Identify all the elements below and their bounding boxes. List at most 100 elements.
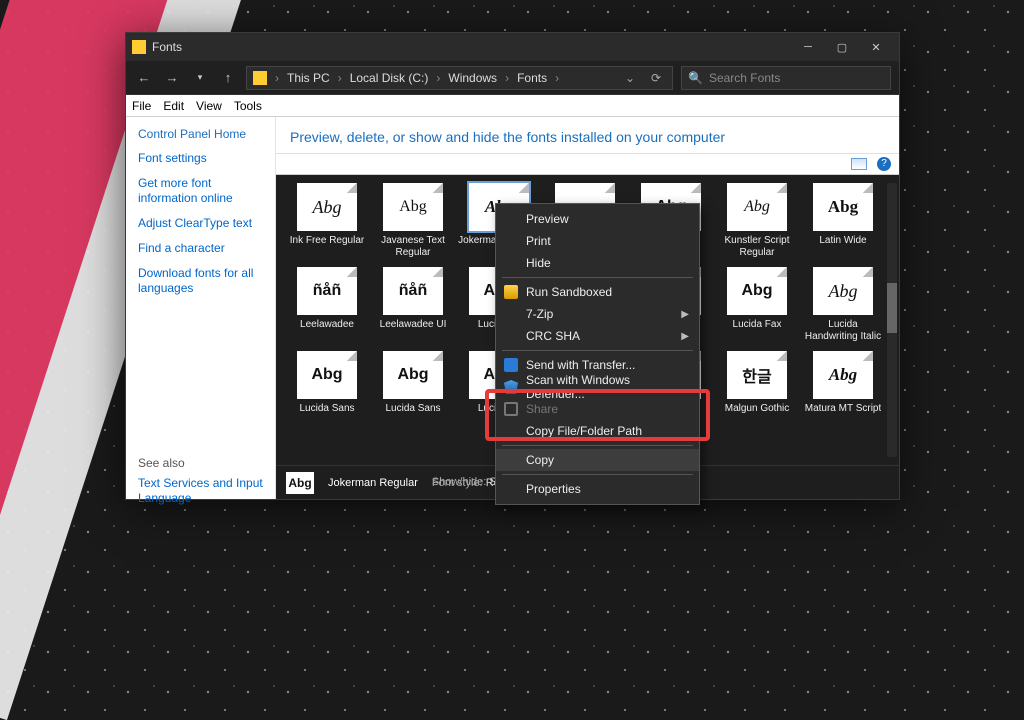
shield-icon — [504, 380, 518, 394]
context-menu-item[interactable]: Properties — [496, 478, 699, 500]
submenu-arrow-icon: ▶ — [681, 309, 689, 320]
context-menu-label: Copy File/Folder Path — [526, 424, 642, 438]
context-menu-label: 7-Zip — [526, 307, 553, 321]
menubar: File Edit View Tools — [126, 95, 899, 117]
font-name: Javanese Text Regular — [372, 235, 454, 261]
context-menu-label: Run Sandboxed — [526, 285, 612, 299]
font-name: Kunstler Script Regular — [716, 235, 798, 261]
context-menu-item[interactable]: Run Sandboxed — [496, 281, 699, 303]
context-menu-separator — [502, 445, 693, 446]
breadcrumb-part[interactable]: Local Disk (C:) — [350, 71, 429, 85]
sidebar-link[interactable]: Download fonts for all languages — [138, 266, 263, 296]
context-menu-label: CRC SHA — [526, 329, 580, 343]
font-tile[interactable]: AbgInk Free Regular — [286, 183, 368, 261]
page-title: Preview, delete, or show and hide the fo… — [276, 117, 899, 153]
font-thumb: Abg — [727, 183, 787, 231]
seealso-header: See also — [138, 456, 263, 470]
context-menu-label: Properties — [526, 482, 581, 496]
titlebar[interactable]: Fonts ─ ▢ ✕ — [126, 33, 899, 61]
sidebar-link[interactable]: Adjust ClearType text — [138, 216, 263, 231]
font-name: Ink Free Regular — [290, 235, 364, 261]
font-name: Leelawadee UI — [380, 319, 447, 345]
menu-file[interactable]: File — [132, 99, 151, 113]
scrollbar-thumb[interactable] — [887, 283, 897, 333]
font-tile[interactable]: ñåñLeelawadee UI — [372, 267, 454, 345]
submenu-arrow-icon: ▶ — [681, 331, 689, 342]
content-toolbar: ? — [276, 153, 899, 175]
font-name: Lucida Handwriting Italic — [802, 319, 884, 345]
forward-button[interactable]: → — [162, 70, 182, 85]
font-tile[interactable]: Abg Kunstler Script Regular — [716, 183, 798, 261]
font-thumb: Abg — [813, 267, 873, 315]
breadcrumb-part[interactable]: Fonts — [517, 71, 547, 85]
details-label: Show/hide: — [432, 476, 486, 488]
context-menu-separator — [502, 474, 693, 475]
context-menu-item[interactable]: Print — [496, 230, 699, 252]
font-tile[interactable]: Abg Lucida Sans — [286, 351, 368, 429]
font-tile[interactable]: 한글Malgun Gothic — [716, 351, 798, 429]
font-tile[interactable]: AbgMatura MT Script — [802, 351, 884, 429]
search-placeholder: Search Fonts — [709, 71, 780, 85]
font-tile[interactable]: Abg Latin Wide — [802, 183, 884, 261]
sidebar-link[interactable]: Find a character — [138, 241, 263, 256]
font-thumb: Abg — [297, 351, 357, 399]
help-button[interactable]: ? — [877, 157, 891, 171]
context-menu-separator — [502, 350, 693, 351]
context-menu-item[interactable]: Copy — [496, 449, 699, 471]
sidebar-link[interactable]: Font settings — [138, 151, 263, 166]
context-menu-item: Share — [496, 398, 699, 420]
minimize-button[interactable]: ─ — [791, 36, 825, 58]
breadcrumb-part[interactable]: Windows — [448, 71, 497, 85]
sidebar-link[interactable]: Text Services and Input Language — [138, 476, 263, 506]
font-name: Lucida Sans — [299, 403, 354, 429]
context-menu-label: Copy — [526, 453, 554, 467]
font-name: Lucida Sans — [385, 403, 440, 429]
font-thumb: Abg — [383, 351, 443, 399]
breadcrumb[interactable]: › This PC› Local Disk (C:)› Windows› Fon… — [246, 66, 673, 90]
context-menu-label: Share — [526, 402, 558, 416]
font-thumb: Abg — [813, 183, 873, 231]
context-menu-item[interactable]: Preview — [496, 208, 699, 230]
context-menu: PreviewPrintHideRun Sandboxed7-Zip▶CRC S… — [495, 203, 700, 505]
context-menu-item[interactable]: Hide — [496, 252, 699, 274]
recent-dropdown[interactable]: ▾ — [190, 72, 210, 83]
font-thumb: Abg — [727, 267, 787, 315]
breadcrumb-part[interactable]: This PC — [287, 71, 330, 85]
refresh-button[interactable]: ⟳ — [646, 71, 666, 85]
details-thumb: Abg — [286, 472, 314, 494]
breadcrumb-history[interactable]: ⌄ — [620, 71, 640, 85]
context-menu-item[interactable]: 7-Zip ▶ — [496, 303, 699, 325]
font-tile[interactable]: Abg Lucida Sans — [372, 351, 454, 429]
search-input[interactable]: 🔍 Search Fonts — [681, 66, 891, 90]
view-options-button[interactable] — [851, 158, 867, 170]
close-button[interactable]: ✕ — [859, 36, 893, 58]
nav-bar: ← → ▾ ↑ › This PC› Local Disk (C:)› Wind… — [126, 61, 899, 95]
font-name: Malgun Gothic — [725, 403, 789, 429]
back-button[interactable]: ← — [134, 70, 154, 85]
yellow-icon — [504, 285, 518, 299]
font-tile[interactable]: ñåñLeelawadee — [286, 267, 368, 345]
menu-edit[interactable]: Edit — [163, 99, 184, 113]
context-menu-item[interactable]: CRC SHA ▶ — [496, 325, 699, 347]
maximize-button[interactable]: ▢ — [825, 36, 859, 58]
font-name: Matura MT Script — [805, 403, 882, 429]
scrollbar[interactable] — [887, 183, 897, 457]
font-name: Latin Wide — [819, 235, 866, 261]
menu-tools[interactable]: Tools — [234, 99, 262, 113]
up-button[interactable]: ↑ — [218, 70, 238, 85]
context-menu-item[interactable]: Copy File/Folder Path — [496, 420, 699, 442]
folder-icon — [253, 71, 267, 85]
folder-icon — [132, 40, 146, 54]
share-icon — [504, 402, 518, 416]
font-thumb: Abg — [383, 183, 443, 231]
font-tile[interactable]: Abg Lucida Handwriting Italic — [802, 267, 884, 345]
context-menu-label: Send with Transfer... — [526, 358, 635, 372]
font-tile[interactable]: Abg Javanese Text Regular — [372, 183, 454, 261]
context-menu-item[interactable]: Scan with Windows Defender... — [496, 376, 699, 398]
menu-view[interactable]: View — [196, 99, 222, 113]
details-name: Jokerman Regular — [328, 477, 418, 489]
font-thumb: ñåñ — [297, 267, 357, 315]
font-tile[interactable]: AbgLucida Fax — [716, 267, 798, 345]
sidebar-link[interactable]: Get more font information online — [138, 176, 263, 206]
sidebar-home[interactable]: Control Panel Home — [138, 127, 263, 141]
